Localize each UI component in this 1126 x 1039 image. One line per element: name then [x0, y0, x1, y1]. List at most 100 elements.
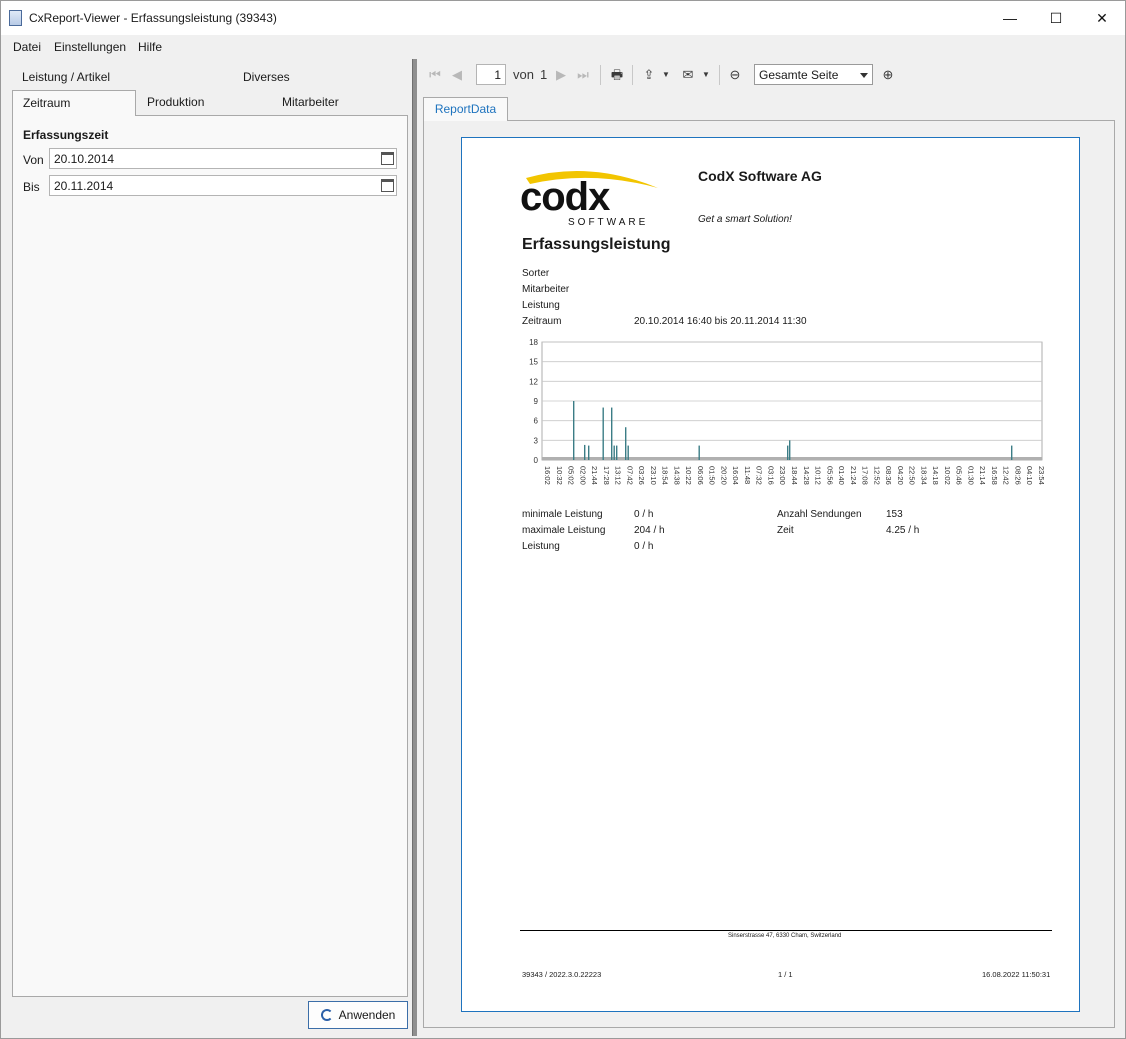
- x-tick-label: 07:32: [755, 466, 764, 485]
- codx-logo: codx SOFTWARE: [520, 170, 658, 228]
- chart-bar: [613, 445, 615, 460]
- chart-bar: [789, 440, 791, 460]
- logo-text: codx: [520, 175, 610, 219]
- x-tick-label: 13:12: [614, 466, 623, 485]
- x-tick-label: 02:00: [578, 466, 587, 485]
- menu-hilfe[interactable]: Hilfe: [138, 40, 162, 54]
- maximize-button[interactable]: ☐: [1033, 1, 1079, 35]
- x-tick-label: 21:24: [849, 466, 858, 485]
- page-number-input[interactable]: 1: [476, 64, 506, 85]
- chart-bar: [616, 445, 618, 460]
- of-label: von: [513, 67, 534, 82]
- x-tick-label: 20:20: [719, 466, 728, 485]
- x-tick-label: 17:28: [602, 466, 611, 485]
- param-label: Leistung: [522, 300, 560, 311]
- menu-bar: Datei Einstellungen Hilfe: [1, 37, 401, 57]
- to-date-field[interactable]: 20.11.2014: [49, 175, 397, 196]
- x-tick-label: 23:00: [778, 466, 787, 485]
- x-tick-label: 05:46: [955, 466, 964, 485]
- x-tick-label: 01:30: [966, 466, 975, 485]
- x-tick-label: 21:44: [590, 466, 599, 485]
- x-tick-label: 10:12: [814, 466, 823, 485]
- zoom-select[interactable]: Gesamte Seite: [754, 64, 873, 85]
- y-tick-label: 15: [529, 358, 538, 367]
- window-title: CxReport-Viewer - Erfassungsleistung (39…: [29, 11, 277, 25]
- x-tick-label: 23:54: [1037, 466, 1046, 485]
- zoom-value: Gesamte Seite: [759, 68, 839, 82]
- chart-bar: [698, 445, 700, 460]
- company-name: CodX Software AG: [698, 168, 822, 184]
- from-date-field[interactable]: 20.10.2014: [49, 148, 397, 169]
- mail-icon[interactable]: ✉: [679, 67, 697, 83]
- x-tick-label: 16:58: [990, 466, 999, 485]
- report-title: Erfassungsleistung: [522, 236, 671, 253]
- x-tick-label: 01:40: [837, 466, 846, 485]
- chart-bar: [625, 427, 627, 460]
- x-tick-label: 18:44: [790, 466, 799, 485]
- zoom-out-icon[interactable]: ⊖: [727, 67, 743, 83]
- separator: [632, 65, 633, 85]
- last-page-icon[interactable]: ⏭: [576, 67, 590, 83]
- stat-value: 153: [886, 509, 903, 520]
- zoom-in-icon[interactable]: ⊕: [880, 67, 896, 83]
- x-tick-label: 06:06: [696, 466, 705, 485]
- x-tick-label: 08:36: [884, 466, 893, 485]
- close-button[interactable]: ✕: [1079, 1, 1125, 35]
- x-tick-label: 11:48: [743, 466, 752, 484]
- stat-value: 0 / h: [634, 541, 654, 552]
- param-label: Sorter: [522, 268, 550, 279]
- prev-page-icon[interactable]: ◀: [450, 67, 464, 83]
- panel-splitter[interactable]: [412, 59, 417, 1036]
- stat-label: minimale Leistung: [522, 509, 603, 520]
- logo-subtext: SOFTWARE: [568, 217, 648, 228]
- calendar-icon[interactable]: [381, 179, 394, 192]
- chart-bar: [573, 401, 575, 460]
- x-tick-label: 10:22: [684, 466, 693, 485]
- x-tick-label: 01:50: [708, 466, 717, 485]
- chevron-down-icon[interactable]: ▼: [661, 67, 671, 83]
- x-tick-label: 14:18: [931, 466, 940, 485]
- tab-mitarbeiter[interactable]: Mitarbeiter: [272, 90, 396, 114]
- footer-divider: [520, 930, 1052, 931]
- x-tick-label: 04:20: [896, 466, 905, 485]
- footer-timestamp: 16.08.2022 11:50:31: [982, 970, 1051, 979]
- stat-value: 0 / h: [634, 509, 654, 520]
- x-tick-label: 23:10: [649, 466, 658, 485]
- print-icon[interactable]: 🖶: [608, 67, 626, 83]
- zeitraum-tabpage: Erfassungszeit Von 20.10.2014 Bis 20.11.…: [12, 115, 408, 997]
- report-page: codx SOFTWARE CodX Software AG Get a sma…: [461, 137, 1080, 1012]
- x-tick-label: 04:10: [1025, 466, 1034, 485]
- menu-einstellungen[interactable]: Einstellungen: [54, 40, 126, 54]
- apply-button[interactable]: Anwenden: [308, 1001, 408, 1029]
- x-tick-label: 16:04: [731, 466, 740, 485]
- x-tick-label: 07:42: [625, 466, 634, 485]
- tab-zeitraum[interactable]: Zeitraum: [12, 90, 136, 116]
- tab-produktion[interactable]: Produktion: [137, 90, 261, 114]
- report-viewer: ⏮ ◀ 1 von 1 ▶ ⏭ 🖶 ⇪ ▼ ✉ ▼ ⊖ Gesamte Seit…: [419, 59, 1125, 1036]
- x-tick-label: 03:16: [766, 466, 775, 485]
- stat-label: Anzahl Sendungen: [777, 509, 862, 520]
- minimize-button[interactable]: —: [987, 1, 1033, 35]
- y-tick-label: 9: [534, 397, 539, 406]
- footer-version: 39343 / 2022.3.0.22223: [522, 970, 602, 979]
- menu-datei[interactable]: Datei: [13, 40, 41, 54]
- footer-address: Sinserstrasse 47, 6330 Cham, Switzerland: [728, 933, 842, 939]
- x-tick-label: 14:38: [672, 466, 681, 485]
- x-tick-label: 14:28: [802, 466, 811, 485]
- to-label: Bis: [23, 180, 40, 194]
- chevron-down-icon[interactable]: ▼: [701, 67, 711, 83]
- param-value: 20.10.2014 16:40 bis 20.11.2014 11:30: [634, 316, 807, 327]
- tab-leistung-artikel[interactable]: Leistung / Artikel: [12, 65, 232, 89]
- performance-chart: 0 3 6 9 12 15 18 16:02 10:32 05:02 02:00 21:44 17:28…: [529, 338, 1046, 485]
- first-page-icon[interactable]: ⏮: [428, 67, 442, 83]
- total-pages: 1: [540, 67, 548, 82]
- next-page-icon[interactable]: ▶: [554, 67, 568, 83]
- y-tick-label: 3: [534, 436, 539, 445]
- export-icon[interactable]: ⇪: [640, 67, 658, 83]
- x-tick-label: 08:26: [1013, 466, 1022, 485]
- tab-diverses[interactable]: Diverses: [233, 65, 403, 89]
- y-tick-label: 0: [534, 456, 539, 465]
- calendar-icon[interactable]: [381, 152, 394, 165]
- chart-bar: [787, 445, 789, 460]
- tab-reportdata[interactable]: ReportData: [423, 97, 508, 121]
